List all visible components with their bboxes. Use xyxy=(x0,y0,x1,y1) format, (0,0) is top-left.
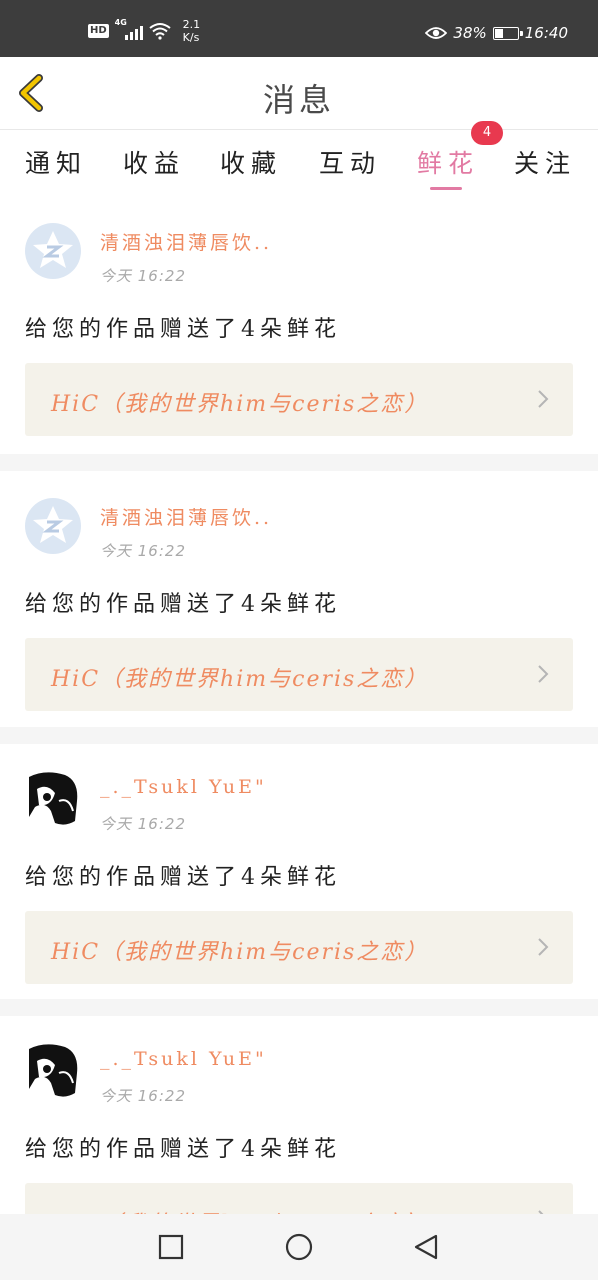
timestamp: 今天 16:22 xyxy=(100,267,186,285)
timestamp: 今天 16:22 xyxy=(100,542,186,560)
anime-photo-avatar-icon xyxy=(25,1043,81,1099)
avatar[interactable] xyxy=(25,1043,81,1099)
username[interactable]: _._Tsukl YuE" xyxy=(100,1048,267,1070)
message-text: 给您的作品赠送了4朵鲜花 xyxy=(25,317,341,342)
net-speed: 2.1 K/s xyxy=(182,18,201,44)
work-title: HiC（我的世界him与ceris之恋） xyxy=(51,392,429,417)
divider xyxy=(0,454,598,471)
list-item: 清酒浊泪薄唇饮.. 今天 16:22 给您的作品赠送了4朵鲜花 HiC（我的世界… xyxy=(0,471,598,727)
message-text: 给您的作品赠送了4朵鲜花 xyxy=(25,1137,341,1162)
anime-photo-avatar-icon xyxy=(25,771,81,827)
back-triangle-icon[interactable] xyxy=(412,1233,440,1261)
tab-notifications[interactable]: 通知 xyxy=(25,144,87,180)
tab-favorites[interactable]: 收藏 xyxy=(220,144,282,180)
home-circle-icon[interactable] xyxy=(285,1233,313,1261)
work-link[interactable]: HiC（我的世界him与ceris之恋） xyxy=(25,638,573,711)
app-header: 消息 xyxy=(0,57,598,130)
recent-apps-square-icon[interactable] xyxy=(157,1233,185,1261)
hd-icon: HD xyxy=(88,24,109,38)
avatar[interactable] xyxy=(25,771,81,827)
work-title: HiC（我的世界him与ceris之恋） xyxy=(51,1206,428,1214)
tab-earnings[interactable]: 收益 xyxy=(123,144,185,180)
avatar[interactable] xyxy=(25,223,81,279)
status-right: 38% 16:40 xyxy=(425,24,568,42)
avatar[interactable] xyxy=(25,498,81,554)
chevron-right-icon xyxy=(538,390,549,408)
active-tab-indicator xyxy=(430,187,462,190)
status-bar: HD 4G 2.1 K/s 38% 16:40 xyxy=(0,0,598,57)
divider xyxy=(0,727,598,744)
timestamp: 今天 16:22 xyxy=(100,815,186,833)
tab-bar: 通知 收益 收藏 互动 鲜花 关注 xyxy=(0,130,598,196)
work-link[interactable]: HiC（我的世界him与ceris之恋） xyxy=(25,911,573,984)
chevron-right-icon xyxy=(538,665,549,683)
list-item: _._Tsukl YuE" 今天 16:22 给您的作品赠送了4朵鲜花 HiC（… xyxy=(0,1016,598,1214)
status-left: HD 4G 2.1 K/s xyxy=(88,18,200,44)
qq-default-avatar-icon xyxy=(33,506,73,543)
work-title: HiC（我的世界him与ceris之恋） xyxy=(51,940,429,965)
battery-level xyxy=(494,28,503,38)
tab-following[interactable]: 关注 xyxy=(514,144,576,180)
wifi-icon xyxy=(149,23,171,40)
work-link[interactable]: HiC（我的世界him与ceris之恋） xyxy=(25,363,573,436)
flowers-count-badge: 4 xyxy=(471,121,503,145)
eye-icon xyxy=(425,27,448,39)
page-title: 消息 xyxy=(262,81,335,119)
system-nav-bar xyxy=(0,1214,598,1280)
chevron-right-icon xyxy=(538,938,549,956)
tab-flowers[interactable]: 鲜花 xyxy=(417,144,479,180)
message-text: 给您的作品赠送了4朵鲜花 xyxy=(25,592,341,617)
list-item: _._Tsukl YuE" 今天 16:22 给您的作品赠送了4朵鲜花 HiC（… xyxy=(0,744,598,999)
username[interactable]: 清酒浊泪薄唇饮.. xyxy=(100,228,272,255)
work-link[interactable]: HiC（我的世界him与ceris之恋） xyxy=(25,1183,573,1214)
tab-interactions[interactable]: 互动 xyxy=(319,144,381,180)
clock: 16:40 xyxy=(524,24,568,42)
timestamp: 今天 16:22 xyxy=(100,1087,186,1105)
username[interactable]: _._Tsukl YuE" xyxy=(100,776,267,798)
battery-icon xyxy=(492,26,523,40)
list-item: 清酒浊泪薄唇饮.. 今天 16:22 给您的作品赠送了4朵鲜花 HiC（我的世界… xyxy=(0,196,598,454)
battery-percent: 38% xyxy=(453,24,487,42)
qq-default-avatar-icon xyxy=(33,231,73,268)
message-text: 给您的作品赠送了4朵鲜花 xyxy=(25,865,341,890)
divider xyxy=(0,999,598,1016)
work-title: HiC（我的世界him与ceris之恋） xyxy=(51,667,429,692)
username[interactable]: 清酒浊泪薄唇饮.. xyxy=(100,503,272,530)
signal-icon: 4G xyxy=(115,18,143,40)
